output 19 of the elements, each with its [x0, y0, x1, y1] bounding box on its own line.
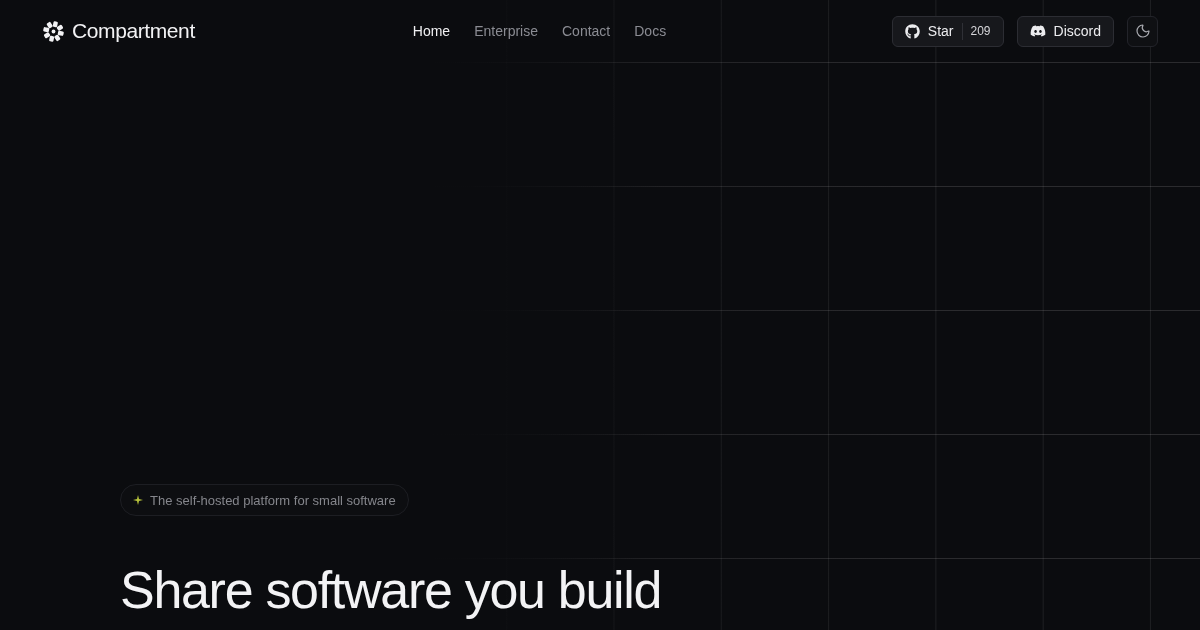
nav-link[interactable]: Docs: [634, 23, 667, 39]
github-icon: [904, 23, 920, 39]
tagline-text: The self-hosted platform for small software: [150, 492, 396, 508]
moon-icon: [1134, 23, 1151, 39]
nav-link[interactable]: Home: [412, 23, 451, 39]
hero-headline: Share software you build: [120, 561, 662, 621]
nav-link[interactable]: Enterprise: [474, 23, 538, 39]
discord-label: Discord: [1053, 23, 1101, 39]
theme-toggle-button[interactable]: [1127, 15, 1158, 47]
star-count: 209: [970, 24, 991, 38]
logo-icon: [42, 19, 65, 43]
star-button[interactable]: Star 209: [891, 15, 1004, 47]
discord-icon: [1029, 23, 1046, 39]
sparkle-icon: [133, 495, 143, 505]
star-label: Star: [927, 23, 954, 39]
logo-text: Compartment: [72, 19, 195, 43]
nav-link[interactable]: Contact: [562, 23, 611, 39]
discord-button[interactable]: Discord: [1016, 15, 1114, 47]
logo-link[interactable]: Compartment: [42, 19, 195, 43]
